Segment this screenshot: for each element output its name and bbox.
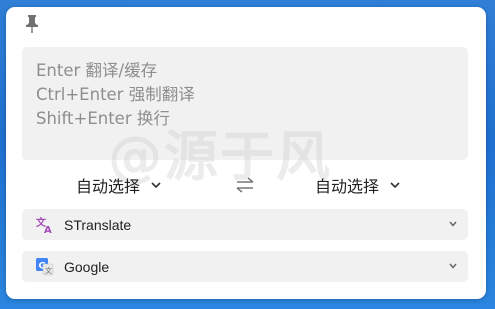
svg-text:文: 文 [45, 266, 52, 275]
placeholder-line: Enter 翻译/缓存 [36, 61, 158, 80]
pin-icon[interactable] [25, 15, 39, 33]
chevron-down-icon [151, 182, 161, 189]
target-language-label: 自动选择 [315, 177, 380, 196]
translator-window: Enter 翻译/缓存 Ctrl+Enter 强制翻译 Shift+Enter … [6, 7, 486, 299]
placeholder-line: Shift+Enter 换行 [36, 109, 170, 128]
language-row: 自动选择 自动选择 [6, 172, 486, 198]
placeholder-line: Ctrl+Enter 强制翻译 [36, 85, 195, 104]
source-text-input[interactable]: Enter 翻译/缓存 Ctrl+Enter 强制翻译 Shift+Enter … [22, 47, 468, 160]
target-language-select[interactable]: 自动选择 [315, 172, 401, 198]
service-label: Google [64, 258, 110, 275]
chevron-down-icon [449, 263, 457, 269]
chevron-down-icon [449, 221, 457, 227]
translate-icon: 文 A [36, 216, 52, 234]
google-translate-icon: G 文 [36, 257, 54, 275]
svg-text:A: A [44, 225, 52, 234]
source-language-label: 自动选择 [76, 177, 141, 196]
service-label: STranslate [64, 216, 132, 233]
service-google[interactable]: G 文 Google [22, 251, 468, 282]
swap-languages-icon[interactable] [235, 176, 255, 194]
chevron-down-icon [390, 182, 400, 189]
source-language-select[interactable]: 自动选择 [76, 172, 162, 198]
service-stranslate[interactable]: 文 A STranslate [22, 209, 468, 240]
